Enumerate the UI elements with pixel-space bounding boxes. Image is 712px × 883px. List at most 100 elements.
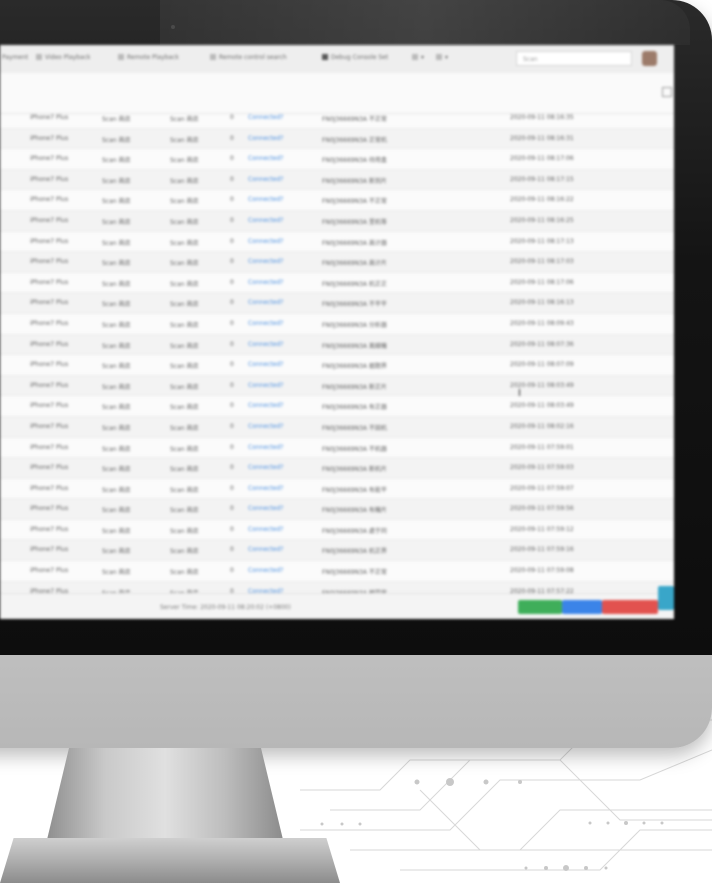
table-row[interactable]: iPhone7 Plus Scan 商店 Scan 商店 0 Connected? FN0… <box>0 499 674 520</box>
status-link[interactable]: Connected? <box>248 258 284 265</box>
store-cell: Scan 商店 <box>170 198 199 206</box>
table-row[interactable]: iPhone7 Plus Scan 商店 Scan 商店 0 Connected? FN0… <box>0 520 674 541</box>
store-cell: Scan 商店 <box>102 157 131 165</box>
search-input[interactable]: Scan <box>516 51 632 66</box>
table-row[interactable]: iPhone7 Plus Scan 商店 Scan 商店 0 Connected? FN0… <box>0 355 674 376</box>
language-icon[interactable]: ▾ <box>436 54 448 61</box>
status-link[interactable]: Connected? <box>248 238 284 245</box>
table-row[interactable]: iPhone7 Plus Scan 商店 Scan 商店 0 Connected? FN0… <box>0 149 674 170</box>
table-row[interactable]: iPhone7 Plus Scan 商店 Scan 商店 0 Connected? FN0… <box>0 128 674 150</box>
table-row[interactable]: iPhone7 Plus Scan 商店 Scan 商店 0 Connected? FN0… <box>0 334 674 356</box>
nav-item[interactable]: Remote Playback <box>118 54 179 61</box>
table-row[interactable]: iPhone7 Plus Scan 商店 Scan 商店 0 Connected? FN0… <box>0 232 674 253</box>
timestamp-cell: 2020-09-11 08:17:13 <box>510 237 574 245</box>
status-link[interactable]: Connected? <box>248 464 284 471</box>
status-link[interactable]: Connected? <box>248 155 284 162</box>
monitor-stand-base <box>0 838 340 883</box>
table-row[interactable]: iPhone7 Plus Scan 商店 Scan 商店 0 Connected? FN0… <box>0 252 674 273</box>
camera-dot <box>171 25 175 29</box>
filter-icon[interactable] <box>662 87 672 97</box>
table-row[interactable]: iPhone7 Plus Scan 商店 Scan 商店 0 Connected? FN0… <box>0 416 674 438</box>
status-link[interactable]: Connected? <box>248 341 284 348</box>
status-link[interactable]: Connected? <box>248 423 284 430</box>
device-model: iPhone7 Plus <box>30 278 69 286</box>
table-row[interactable]: iPhone7 Plus Scan 商店 Scan 商店 0 Connected? FN0… <box>0 293 674 314</box>
status-link[interactable]: Connected? <box>248 485 284 492</box>
count-cell: 0 <box>230 299 234 307</box>
store-cell: Scan 商店 <box>102 260 131 268</box>
device-model: iPhone7 Plus <box>30 484 69 492</box>
status-link[interactable]: Connected? <box>248 135 284 142</box>
table-row[interactable]: iPhone7 Plus Scan 商店 Scan 商店 0 Connected? FN0… <box>0 169 674 191</box>
serial-cell: FN0J36669N3A 高计器 <box>322 239 387 247</box>
avatar[interactable] <box>642 51 657 66</box>
status-footer: Server Time: 2020-09-11 08:20:02 (+0800) <box>0 586 674 619</box>
status-link[interactable]: Connected? <box>248 299 284 306</box>
status-link[interactable]: Connected? <box>248 320 284 327</box>
store-cell: Scan 商店 <box>170 321 199 329</box>
store-cell: Scan 商店 <box>102 486 131 494</box>
serial-cell: FN0J36669N3A 有正器 <box>322 404 387 412</box>
table-row[interactable]: iPhone7 Plus Scan 商店 Scan 商店 0 Connected? FN0… <box>0 396 674 417</box>
table-row[interactable]: iPhone7 Plus Scan 商店 Scan 商店 0 Connected? FN0… <box>0 540 674 562</box>
table-row[interactable]: iPhone7 Plus Scan 商店 Scan 商店 0 Connected? FN0… <box>0 273 674 294</box>
table-row[interactable]: iPhone7 Plus Scan 商店 Scan 商店 0 Connected? FN0… <box>0 210 674 232</box>
store-cell: Scan 商店 <box>102 239 131 247</box>
status-link[interactable]: Connected? <box>248 361 284 368</box>
table-row[interactable]: iPhone7 Plus Scan 商店 Scan 商店 0 Connected? FN0… <box>0 479 674 500</box>
serial-cell: FN0J36669N3A 有能平 <box>322 486 387 494</box>
table-row[interactable]: iPhone7 Plus Scan 商店 Scan 商店 0 Connected? FN0… <box>0 108 674 129</box>
settings-icon[interactable]: ▾ <box>412 54 424 61</box>
nav-item[interactable]: Payment <box>2 54 28 61</box>
store-cell: Scan 商店 <box>102 404 131 412</box>
status-link[interactable]: Connected? <box>248 279 284 286</box>
table-row[interactable]: iPhone7 Plus Scan 商店 Scan 商店 0 Connected? FN0… <box>0 561 674 582</box>
nav-item[interactable]: Remote control search <box>210 54 287 61</box>
store-cell: Scan 商店 <box>170 116 199 123</box>
table-row[interactable]: iPhone7 Plus Scan 商店 Scan 商店 0 Connected? FN0… <box>0 314 674 335</box>
store-cell: Scan 商店 <box>170 466 199 474</box>
status-link[interactable]: Connected? <box>248 176 284 183</box>
status-link[interactable]: Connected? <box>248 196 284 203</box>
serial-cell: FN0J36669N3A 机正界 <box>322 548 387 556</box>
store-cell: Scan 商店 <box>102 569 131 577</box>
store-cell: Scan 商店 <box>102 301 131 309</box>
status-link[interactable]: Connected? <box>248 217 284 224</box>
store-cell: Scan 商店 <box>102 342 131 350</box>
nav-item[interactable]: Video Playback <box>36 54 91 61</box>
store-cell: Scan 商店 <box>102 136 131 144</box>
store-cell: Scan 商店 <box>102 548 131 556</box>
table-row[interactable]: iPhone7 Plus Scan 商店 Scan 商店 0 Connected? FN0… <box>0 458 674 479</box>
count-cell: 0 <box>230 134 234 142</box>
count-cell: 0 <box>230 567 234 575</box>
table-row[interactable]: iPhone7 Plus Scan 商店 Scan 商店 0 Connected? FN0… <box>0 375 674 397</box>
store-cell: Scan 商店 <box>102 424 131 432</box>
status-link[interactable]: Connected? <box>248 382 284 389</box>
status-link[interactable]: Connected? <box>248 114 284 121</box>
store-cell: Scan 商店 <box>170 342 199 350</box>
table-row[interactable]: iPhone7 Plus Scan 商店 Scan 商店 0 Connected? FN0… <box>0 190 674 211</box>
device-model: iPhone7 Plus <box>30 340 69 348</box>
timestamp-cell: 2020-09-11 07:59:12 <box>510 525 574 533</box>
status-link[interactable]: Connected? <box>248 402 284 409</box>
count-cell: 0 <box>230 340 234 348</box>
table-row[interactable]: iPhone7 Plus Scan 商店 Scan 商店 0 Connected? FN0… <box>0 438 674 459</box>
device-model: iPhone7 Plus <box>30 381 69 389</box>
blue-action-button[interactable] <box>562 600 602 614</box>
serial-cell: FN0J36669N3A 据题界 <box>322 363 387 371</box>
status-link[interactable]: Connected? <box>248 546 284 553</box>
green-action-button[interactable] <box>518 600 562 614</box>
status-link[interactable]: Connected? <box>248 505 284 512</box>
status-link[interactable]: Connected? <box>248 567 284 574</box>
status-link[interactable]: Connected? <box>248 444 284 451</box>
side-panel-tab[interactable] <box>658 586 674 610</box>
count-cell: 0 <box>230 443 234 451</box>
store-cell: Scan 商店 <box>102 321 131 329</box>
device-model: iPhone7 Plus <box>30 319 69 327</box>
timestamp-cell: 2020-09-11 08:16:31 <box>510 134 574 142</box>
red-action-button[interactable] <box>602 600 658 614</box>
status-link[interactable]: Connected? <box>248 526 284 533</box>
device-model: iPhone7 Plus <box>30 237 69 245</box>
nav-item[interactable]: Debug Console Set <box>322 54 388 61</box>
device-model: iPhone7 Plus <box>30 175 69 183</box>
